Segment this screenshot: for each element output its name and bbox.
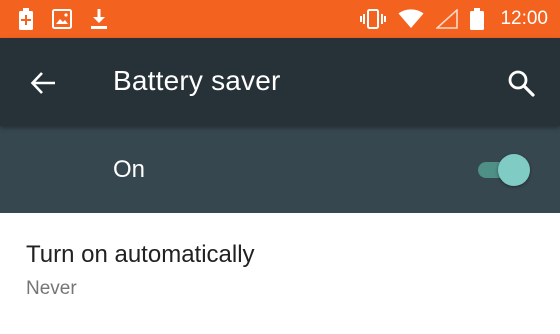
battery-saver-icon — [18, 8, 34, 30]
page-title: Battery saver — [113, 65, 281, 96]
battery-icon — [470, 8, 485, 30]
arrow-back-icon — [30, 71, 56, 95]
switch-label: On — [113, 156, 146, 183]
master-switch-bar[interactable]: On — [0, 126, 560, 213]
toggle-thumb — [498, 154, 530, 186]
wifi-icon — [398, 9, 424, 29]
system-icons: 12:00 — [360, 8, 560, 30]
preference-title: Turn on automatically — [26, 241, 255, 268]
search-icon — [507, 69, 535, 97]
status-clock: 12:00 — [500, 8, 548, 29]
app-bar: Battery saver — [0, 38, 560, 126]
back-button[interactable] — [26, 66, 60, 100]
cellular-no-signal-icon — [436, 9, 459, 29]
search-button[interactable] — [504, 66, 538, 100]
download-icon — [90, 8, 108, 30]
vibrate-icon — [360, 8, 387, 30]
turn-on-automatically-preference[interactable]: Turn on automatically Never — [0, 213, 560, 334]
battery-saver-toggle[interactable] — [476, 151, 532, 187]
notification-icons — [0, 8, 108, 30]
image-icon — [52, 9, 72, 29]
status-bar: 12:00 — [0, 0, 560, 38]
preference-summary: Never — [26, 278, 77, 299]
